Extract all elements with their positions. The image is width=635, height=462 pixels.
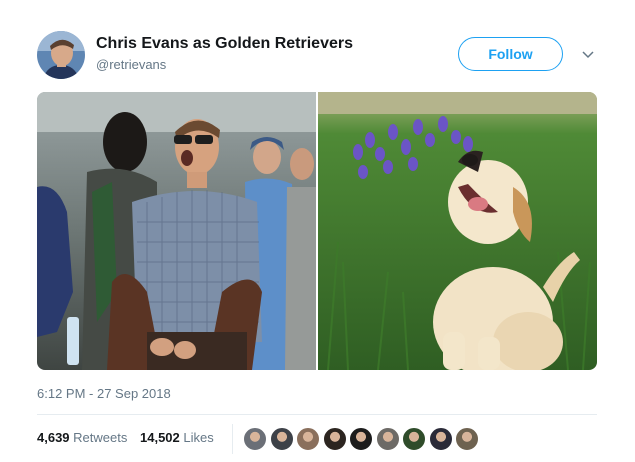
author-name[interactable]: Chris Evans as Golden Retrievers [96, 35, 353, 53]
stats-separator [232, 424, 233, 454]
likes-label: Likes [183, 430, 214, 445]
liker-avatar[interactable] [349, 427, 373, 451]
liker-avatar[interactable] [322, 427, 347, 451]
avatar[interactable] [37, 31, 85, 79]
likes-stat[interactable]: 14,502 Likes [140, 430, 214, 445]
liker-avatar[interactable] [243, 427, 267, 451]
divider [37, 414, 597, 415]
liker-avatar[interactable] [375, 427, 400, 451]
photo-chris-evans[interactable] [37, 92, 316, 370]
liker-avatar[interactable] [296, 427, 320, 451]
retweets-stat[interactable]: 4,639 Retweets [37, 430, 127, 445]
liker-avatar[interactable] [402, 427, 426, 451]
liker-avatars [243, 427, 482, 451]
chevron-down-icon[interactable] [580, 46, 596, 62]
tweet-timestamp[interactable]: 6:12 PM - 27 Sep 2018 [37, 386, 171, 401]
author-handle[interactable]: @retrievans [96, 57, 166, 72]
follow-button[interactable]: Follow [458, 37, 563, 71]
liker-avatar[interactable] [455, 427, 479, 451]
likes-count: 14,502 [140, 430, 180, 445]
retweets-label: Retweets [73, 430, 128, 445]
liker-avatar[interactable] [269, 427, 294, 451]
tweet-stats: 4,639 Retweets 14,502 Likes [37, 430, 223, 445]
tweet-media [37, 92, 597, 370]
tweet-card: Chris Evans as Golden Retrievers @retrie… [0, 0, 635, 462]
liker-avatar[interactable] [428, 427, 453, 451]
photo-golden-retriever[interactable] [318, 92, 597, 370]
retweets-count: 4,639 [37, 430, 70, 445]
